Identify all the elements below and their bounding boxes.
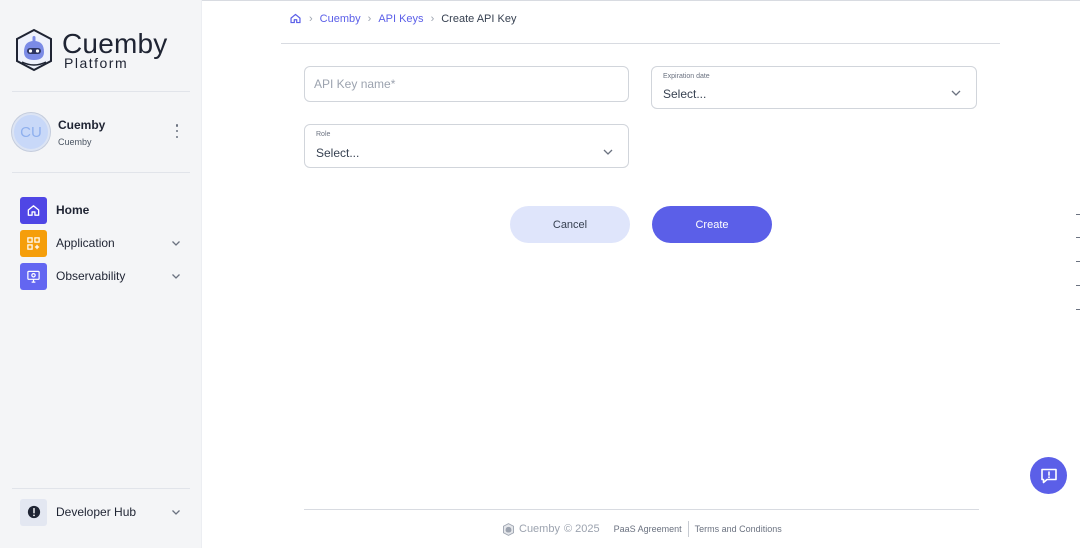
sidebar-item-application[interactable]: Application <box>20 229 190 257</box>
apps-icon <box>20 229 47 257</box>
footer-brand: Cuemby <box>519 523 560 535</box>
sidebar-divider <box>12 91 190 92</box>
chevron-down-icon <box>951 90 961 96</box>
footer-separator <box>687 521 689 537</box>
cuemby-logo-icon <box>16 28 52 72</box>
user-menu-kebab-icon[interactable] <box>174 124 180 138</box>
alert-circle-icon <box>20 498 47 526</box>
footer-divider <box>304 509 979 510</box>
breadcrumb-link-api-keys[interactable]: API Keys <box>378 13 423 25</box>
breadcrumb-separator-icon: › <box>309 12 313 25</box>
brand[interactable]: Cuemby Platform <box>14 28 167 72</box>
role-select[interactable]: Role Select... <box>304 124 629 168</box>
chevron-down-icon[interactable] <box>170 506 182 518</box>
chevron-down-icon[interactable] <box>170 237 182 249</box>
edge-scroll-marks <box>1076 210 1080 320</box>
footer: Cuemby © 2025 PaaS Agreement Terms and C… <box>502 521 782 537</box>
sidebar: Cuemby Platform CU Cuemby Cuemby Home Ap… <box>0 0 202 548</box>
sidebar-item-label: Observability <box>56 269 126 283</box>
avatar: CU <box>12 113 50 151</box>
role-label: Role <box>316 131 331 138</box>
expiration-date-select[interactable]: Expiration date Select... <box>651 66 977 109</box>
brand-name: Cuemby <box>62 28 168 59</box>
api-key-name-field <box>304 66 629 102</box>
sidebar-divider <box>12 488 190 489</box>
create-button[interactable]: Create <box>652 206 772 243</box>
sidebar-item-label: Developer Hub <box>56 505 137 519</box>
user-name: Cuemby <box>58 117 106 132</box>
user-org: Cuemby <box>58 136 92 147</box>
breadcrumb-separator-icon: › <box>430 12 435 25</box>
sidebar-item-home[interactable]: Home <box>20 196 190 224</box>
cancel-button[interactable]: Cancel <box>510 206 630 243</box>
breadcrumb-separator-icon: › <box>367 12 372 25</box>
expiration-date-value: Select... <box>663 87 707 101</box>
breadcrumb-link-cuemby[interactable]: Cuemby <box>320 13 361 25</box>
chat-support-button[interactable] <box>1030 457 1067 494</box>
sidebar-divider <box>12 172 190 173</box>
chevron-down-icon <box>603 149 613 155</box>
sidebar-nav: Home Application Observability <box>20 196 190 295</box>
home-icon <box>20 196 47 224</box>
sidebar-item-label: Home <box>56 203 90 217</box>
cuemby-logo-icon <box>503 522 514 536</box>
breadcrumb: › Cuemby › API Keys › Create API Key <box>289 12 516 25</box>
user-profile[interactable]: CU Cuemby Cuemby <box>12 112 190 152</box>
sidebar-item-observability[interactable]: Observability <box>20 262 190 290</box>
home-icon[interactable] <box>289 12 302 25</box>
api-key-name-input[interactable] <box>305 67 628 101</box>
chat-bubble-icon <box>1040 468 1057 483</box>
footer-copyright: © 2025 <box>563 523 600 535</box>
expiration-date-label: Expiration date <box>663 73 710 80</box>
terms-and-conditions-link[interactable]: Terms and Conditions <box>695 524 782 534</box>
role-value: Select... <box>316 146 360 160</box>
monitor-icon <box>20 262 47 290</box>
window-top-border <box>202 0 1080 1</box>
breadcrumb-current: Create API Key <box>441 12 517 25</box>
chevron-down-icon[interactable] <box>170 270 182 282</box>
sidebar-item-label: Application <box>56 236 115 250</box>
paas-agreement-link[interactable]: PaaS Agreement <box>614 524 682 534</box>
sidebar-item-developer-hub[interactable]: Developer Hub <box>20 498 190 526</box>
header-divider <box>281 43 1000 44</box>
